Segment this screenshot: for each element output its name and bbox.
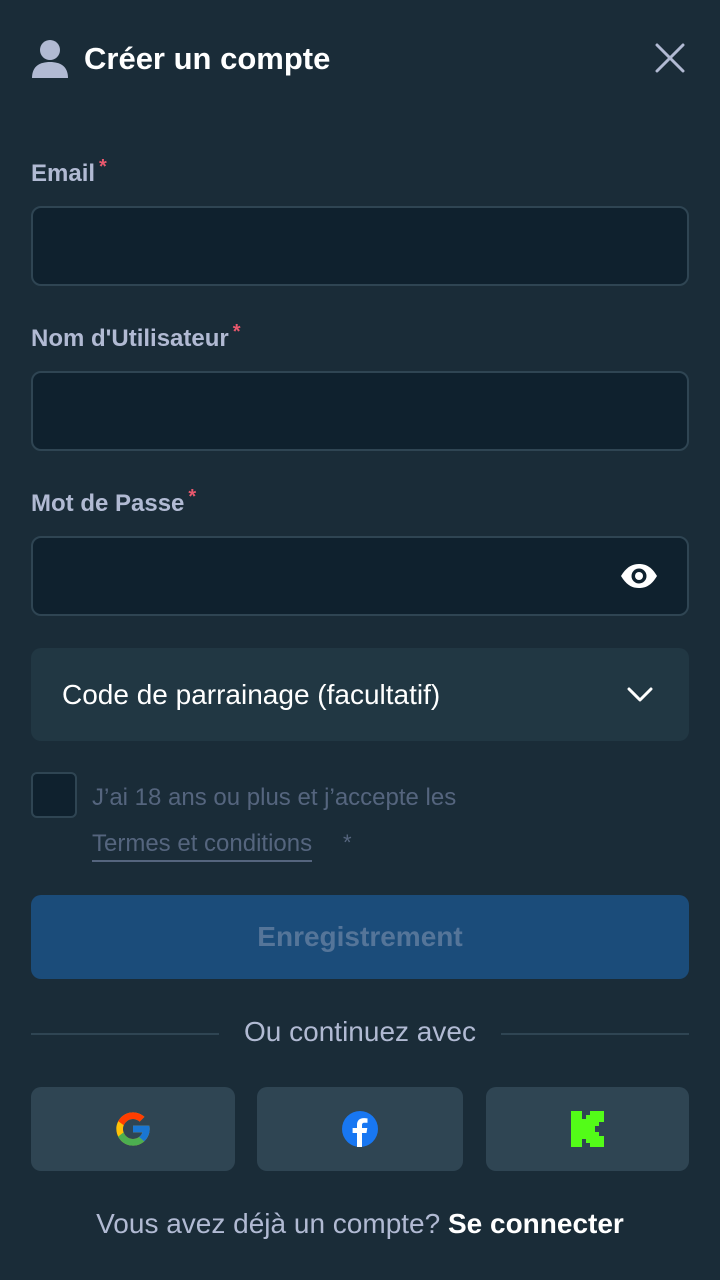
- register-button[interactable]: Enregistrement: [31, 895, 689, 979]
- referral-code-label: Code de parrainage (facultatif): [62, 678, 441, 710]
- divider-line-right: [501, 1033, 689, 1035]
- eye-icon: [621, 564, 657, 588]
- username-label-text: Nom d'Utilisateur: [31, 325, 229, 352]
- login-link[interactable]: Se connecter: [448, 1208, 624, 1239]
- password-field[interactable]: [31, 536, 689, 616]
- facebook-login-button[interactable]: [257, 1087, 463, 1171]
- required-mark: *: [99, 156, 107, 178]
- user-icon: [32, 40, 68, 78]
- referral-code-dropdown[interactable]: Code de parrainage (facultatif): [31, 648, 689, 741]
- required-mark: *: [188, 486, 197, 508]
- kick-icon: [570, 1111, 604, 1147]
- email-field[interactable]: [31, 206, 689, 286]
- page-title: Créer un compte: [84, 41, 331, 76]
- chevron-down-icon: [627, 687, 653, 701]
- facebook-icon: [342, 1111, 378, 1147]
- terms-checkbox[interactable]: [31, 772, 77, 818]
- kick-login-button[interactable]: [486, 1087, 689, 1171]
- footer-question: Vous avez déjà un compte?: [96, 1208, 441, 1239]
- required-mark: *: [343, 830, 352, 855]
- close-button[interactable]: [650, 38, 690, 78]
- email-label-text: Email: [31, 160, 96, 187]
- username-field[interactable]: [31, 371, 689, 451]
- terms-link[interactable]: Termes et conditions: [92, 830, 313, 862]
- password-label: Mot de Passe *: [31, 486, 196, 518]
- google-icon: [116, 1112, 150, 1146]
- username-label: Nom d'Utilisateur *: [31, 321, 241, 353]
- modal-header: Créer un compte: [31, 34, 691, 84]
- password-label-text: Mot de Passe: [31, 490, 185, 517]
- email-label: Email *: [31, 156, 107, 188]
- divider-label: Ou continuez avec: [244, 1016, 476, 1047]
- divider-text: Ou continuez avec: [0, 1016, 720, 1048]
- terms-text: J’ai 18 ans ou plus et j’accepte les: [92, 784, 457, 811]
- google-login-button[interactable]: [31, 1087, 235, 1171]
- footer: Vous avez déjà un compte? Se connecter: [0, 1208, 720, 1240]
- required-mark: *: [232, 321, 241, 343]
- toggle-password-button[interactable]: [618, 558, 660, 594]
- close-icon: [655, 43, 685, 73]
